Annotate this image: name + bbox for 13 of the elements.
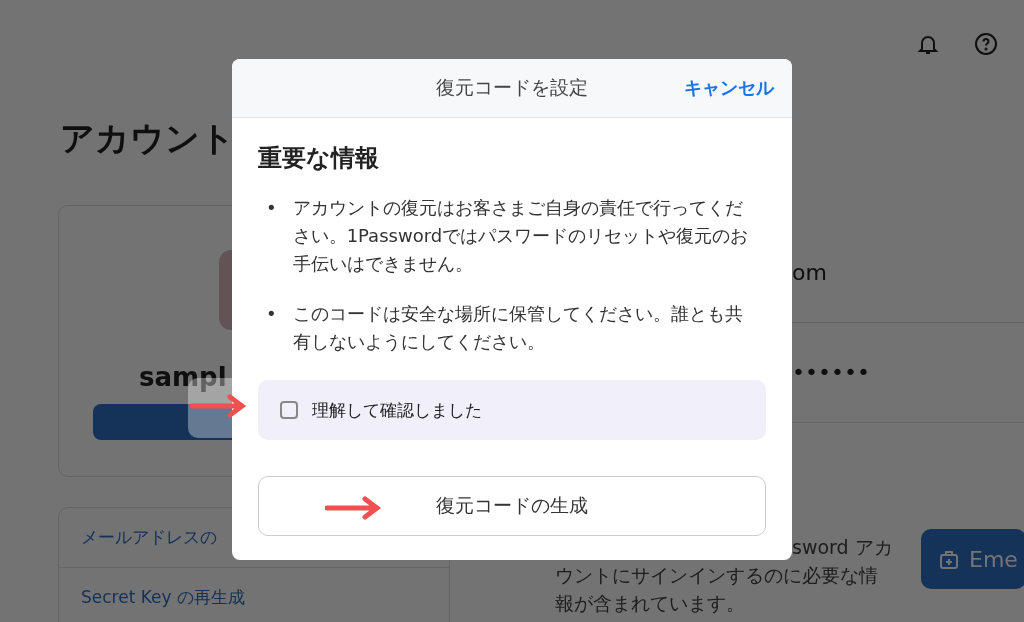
password-mask: •••••• (792, 360, 870, 385)
kit-description: ウントにサインインするのに必要な情報が含まれています。 (555, 563, 879, 616)
confirm-label: 理解して確認しました (312, 398, 482, 422)
account-name: sampl (139, 362, 227, 392)
kit-description: sword アカ (791, 535, 894, 560)
bullet-mark: • (266, 196, 277, 220)
info-bullet: アカウントの復元はお客さまご自身の責任で行ってください。1Passwordではパスワードのリセットや復元のお手伝いはできません。 (292, 196, 750, 276)
dialog-title: 復元コードを設定 (436, 75, 588, 100)
section-heading: 重要な情報 (258, 143, 380, 174)
page-title: アカウント (60, 117, 235, 160)
email-value: om (792, 260, 827, 285)
bullet-mark: • (266, 302, 277, 326)
info-bullet: このコードは安全な場所に保管してください。誰とも共有しないようにしてください。 (292, 302, 744, 354)
